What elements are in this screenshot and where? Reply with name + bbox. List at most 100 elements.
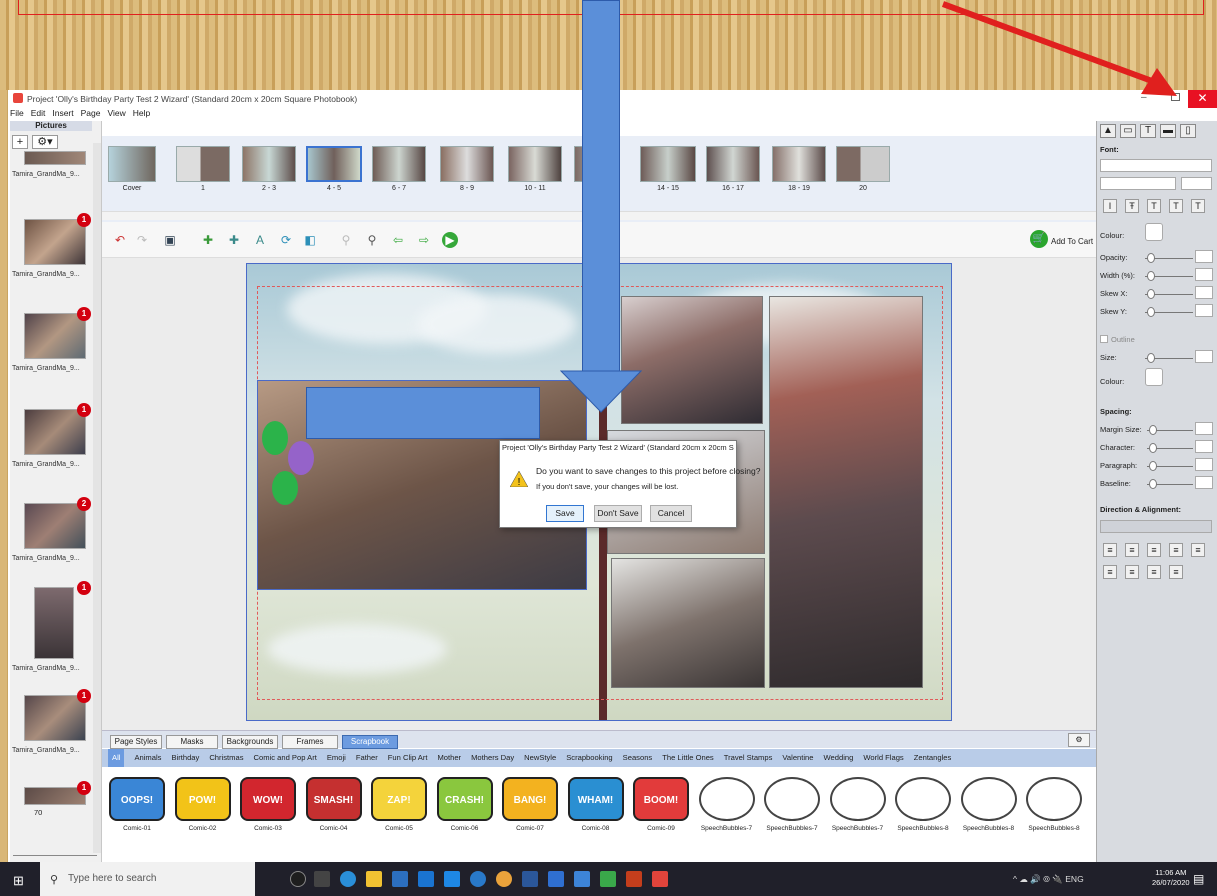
sticker-item[interactable]: ZAP! Comic-05 [370, 777, 428, 835]
sticker-item[interactable]: BANG! Comic-07 [501, 777, 559, 835]
align-left-icon[interactable]: ≡ [1103, 543, 1117, 557]
sticker-item[interactable]: SpeechBubbles-8 [894, 777, 952, 835]
skew-x-value[interactable] [1195, 286, 1213, 299]
sticker-item[interactable]: SpeechBubbles-8 [1025, 777, 1083, 835]
add-to-cart-button[interactable]: Add To Cart [1051, 237, 1093, 246]
baseline-knob[interactable] [1149, 479, 1157, 489]
sticker-item[interactable]: WHAM! Comic-08 [567, 777, 625, 835]
subscript-format-button[interactable]: T [1169, 199, 1183, 213]
taskbar-search[interactable]: Type here to search [40, 862, 255, 896]
language-indicator[interactable]: ENG [1065, 874, 1083, 884]
picture-item[interactable]: 1 Tamira_GrandMa_9... [12, 307, 94, 372]
powerpoint-icon[interactable] [626, 871, 642, 887]
menu-help[interactable]: Help [133, 108, 150, 120]
font-size-select[interactable] [1181, 177, 1212, 190]
dont-save-button[interactable]: Don't Save [594, 505, 642, 522]
photobook-app-icon[interactable] [652, 871, 668, 887]
pictures-scrollbar[interactable] [93, 143, 101, 853]
sticker-item[interactable]: BOOM! Comic-09 [632, 777, 690, 835]
tab-frames[interactable]: Frames [282, 735, 338, 749]
tab-scrapbook[interactable]: Scrapbook [342, 735, 398, 749]
valign-top-icon[interactable]: ≡ [1103, 565, 1117, 579]
category-item[interactable]: Zentangles [914, 749, 952, 767]
tab-frame-icon[interactable]: ▭ [1120, 124, 1136, 138]
page-thumb-cover[interactable]: Cover [108, 146, 156, 192]
picture-item[interactable]: 1 [12, 781, 94, 805]
justify-icon[interactable]: ≡ [1169, 543, 1183, 557]
category-item[interactable]: NewStyle [524, 749, 556, 767]
picture-item[interactable]: 1 Tamira_GrandMa_9... [12, 689, 94, 754]
chrome-icon[interactable] [496, 871, 512, 887]
layer-icon[interactable]: ◧ [302, 232, 318, 248]
category-item[interactable]: World Flags [863, 749, 903, 767]
tab-masks[interactable]: Masks [166, 735, 218, 749]
category-item[interactable]: Father [356, 749, 378, 767]
rotate-icon[interactable]: ⟳ [278, 232, 294, 248]
align-right-icon[interactable]: ≡ [1147, 543, 1161, 557]
ie-icon[interactable] [418, 871, 434, 887]
clock[interactable]: 11:06 AM 26/07/2020 [1152, 868, 1190, 888]
tab-backgrounds[interactable]: Backgrounds [222, 735, 278, 749]
next-page-icon[interactable]: ⇨ [416, 232, 432, 248]
cancel-button[interactable]: Cancel [650, 505, 692, 522]
font-family-select[interactable] [1100, 159, 1212, 172]
category-item[interactable]: Wedding [824, 749, 854, 767]
page-thumb-8-9[interactable]: 8 - 9 [440, 146, 494, 192]
paragraph-knob[interactable] [1149, 461, 1157, 471]
picture-item[interactable]: 2 Tamira_GrandMa_9... [12, 497, 94, 562]
windows-start-icon[interactable]: ⊞ [13, 873, 24, 889]
margin-value[interactable] [1195, 422, 1213, 435]
menu-edit[interactable]: Edit [31, 108, 46, 120]
outline-size-value[interactable] [1195, 350, 1213, 363]
add-text-box-icon[interactable]: A [252, 232, 268, 248]
play-icon[interactable]: ▶ [442, 232, 458, 248]
category-item[interactable]: The Little Ones [662, 749, 714, 767]
outline-size-knob[interactable] [1147, 353, 1155, 363]
redo-icon[interactable]: ↷ [134, 232, 150, 248]
add-page-icon[interactable]: ✚ [200, 232, 216, 248]
baseline-value[interactable] [1195, 476, 1213, 489]
photo-top-middle[interactable] [621, 296, 763, 424]
margin-knob[interactable] [1149, 425, 1157, 435]
sticker-item[interactable]: SpeechBubbles-7 [763, 777, 821, 835]
outline-checkbox[interactable] [1100, 335, 1108, 343]
category-item[interactable]: Christmas [209, 749, 243, 767]
android-icon[interactable] [600, 871, 616, 887]
category-item[interactable]: Mother [437, 749, 461, 767]
outlook-icon[interactable] [548, 871, 564, 887]
zoom-in-icon[interactable]: ⚲ [364, 232, 380, 248]
opacity-knob[interactable] [1147, 253, 1155, 263]
tab-text-icon[interactable]: T [1140, 124, 1156, 138]
sticker-item[interactable]: SpeechBubbles-7 [829, 777, 887, 835]
page-thumb-10-11[interactable]: 10 - 11 [508, 146, 562, 192]
outline-colour-swatch[interactable] [1145, 368, 1163, 386]
page-thumb-6-7[interactable]: 6 - 7 [372, 146, 426, 192]
page-thumb-18-19[interactable]: 18 - 19 [772, 146, 826, 192]
align-center-icon[interactable]: ≡ [1125, 543, 1139, 557]
paragraph-value[interactable] [1195, 458, 1213, 471]
picture-item[interactable]: 1 Tamira_GrandMa_9... [12, 213, 94, 278]
page-thumb-1[interactable]: 1 [176, 146, 230, 192]
photo-tall-right[interactable] [769, 296, 923, 688]
skew-y-knob[interactable] [1147, 307, 1155, 317]
sticker-item[interactable]: SMASH! Comic-04 [305, 777, 363, 835]
category-item[interactable]: Valentine [782, 749, 813, 767]
undo-icon[interactable]: ↶ [112, 232, 128, 248]
category-item[interactable]: Emoji [327, 749, 346, 767]
word-icon[interactable] [522, 871, 538, 887]
picture-settings-button[interactable]: ⚙▾ [32, 135, 58, 149]
page-thumb-16-17[interactable]: 16 - 17 [706, 146, 760, 192]
sticker-item[interactable]: SpeechBubbles-7 [698, 777, 756, 835]
menu-file[interactable]: File [10, 108, 24, 120]
picture-item[interactable]: Tamira_GrandMa_9... [12, 151, 94, 178]
font-style-select[interactable] [1100, 177, 1176, 190]
tab-ruler-icon[interactable]: ▬ [1160, 124, 1176, 138]
category-item[interactable]: Mothers Day [471, 749, 514, 767]
sticker-item[interactable]: CRASH! Comic-06 [436, 777, 494, 835]
text-format-button[interactable]: T [1191, 199, 1205, 213]
notifications-icon[interactable]: ▤ [1193, 872, 1204, 886]
superscript-format-button[interactable]: T [1147, 199, 1161, 213]
add-picture-box-icon[interactable]: ✚ [226, 232, 242, 248]
mail-icon[interactable] [444, 871, 460, 887]
picture-item[interactable]: 1 Tamira_GrandMa_9... [12, 581, 94, 672]
